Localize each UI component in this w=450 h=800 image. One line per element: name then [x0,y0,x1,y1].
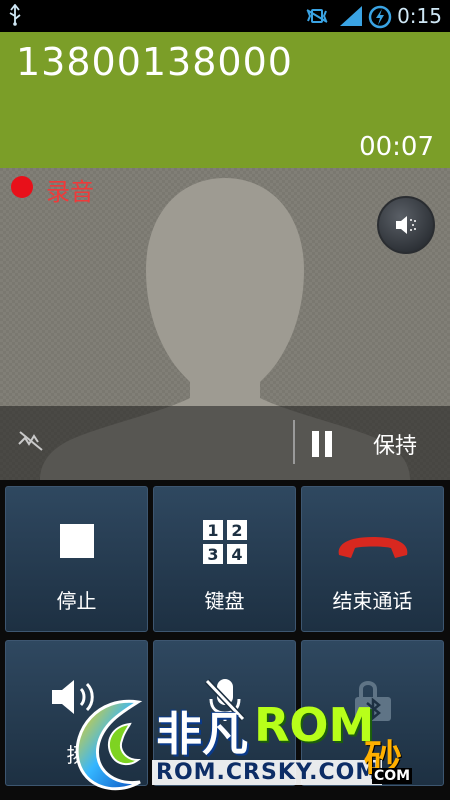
usb-icon [8,3,22,30]
keypad-icon: 1 2 3 4 [202,520,247,564]
hold-divider [293,420,295,464]
bluetooth-off-icon[interactable] [16,428,46,458]
hold-label: 保持 [373,434,418,459]
keypad-label: 键盘 [204,589,245,613]
watermark-brand-part1: 非凡 [156,707,248,761]
end-call-icon [338,537,407,558]
battery-charging-icon [368,5,392,33]
watermark-logo-icon [75,699,143,791]
watermark-overlay: 非凡 ROM ROM.CRSKY.COM 砂 COM [68,690,450,800]
keypad-digit-4: 4 [231,545,242,564]
call-header: 13800138000 00:07 [0,32,450,168]
status-clock: 0:15 [397,4,442,28]
status-bar: 0:15 [0,0,450,32]
hold-button[interactable]: 保持 [300,406,450,480]
speaker-toggle-button[interactable] [377,196,435,254]
keypad-digit-2: 2 [231,521,242,540]
call-duration: 00:07 [359,132,434,162]
stop-label: 停止 [56,589,97,613]
recording-label: 录音 [46,178,94,206]
hold-bar: 保持 [0,406,450,480]
end-call-label: 结束通话 [332,589,413,613]
contact-photo-area: 录音 保持 [0,168,450,480]
stop-icon [59,524,94,558]
watermark-side-url: COM [372,768,413,784]
pause-icon [312,431,332,457]
keypad-digit-1: 1 [207,521,218,540]
stop-button[interactable]: 停止 [5,486,148,632]
end-call-button[interactable]: 结束通话 [301,486,444,632]
phone-number: 13800138000 [16,40,293,84]
watermark-brand-part2: ROM [254,698,375,752]
keypad-button[interactable]: 1 2 3 4 键盘 [153,486,296,632]
vibrate-icon [305,8,329,28]
keypad-digit-3: 3 [207,545,218,564]
recording-indicator-dot [11,176,33,198]
watermark-url: ROM.CRSKY.COM [152,760,383,785]
speaker-low-icon [396,216,416,234]
signal-icon [340,6,362,30]
